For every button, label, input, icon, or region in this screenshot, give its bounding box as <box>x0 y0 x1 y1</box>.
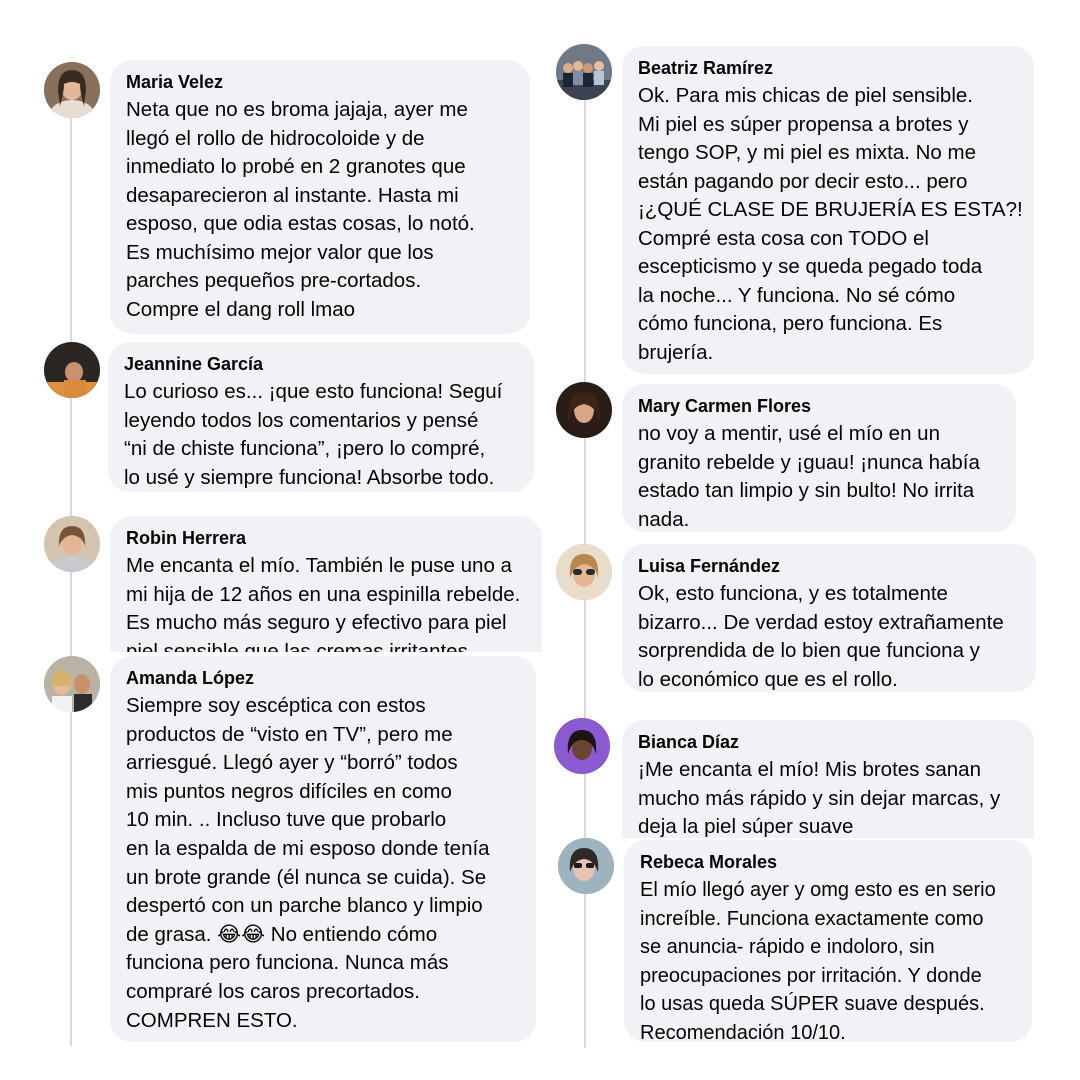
comment-line: no voy a mentir, usé el mío en un <box>638 422 940 445</box>
comment-line: en la espalda de mi esposo donde tenía <box>126 836 490 860</box>
comment-line: cómo funciona, pero funciona. Es <box>638 312 943 335</box>
comment-line: Recomendación 10/10. <box>640 1021 846 1043</box>
comment-line: tengo SOP, y mi piel es mixta. No me <box>638 141 977 164</box>
comment-line: lo económico que es el rollo. <box>638 667 898 691</box>
comment-bubble: Maria Velez Neta que no es broma jajaja,… <box>110 60 530 334</box>
avatar[interactable] <box>44 516 100 572</box>
comment-text: Lo curioso es... ¡que esto funciona! Seg… <box>124 378 518 492</box>
comment-line: bizarro... De verdad estoy extrañamente <box>638 610 1004 634</box>
comment-text: Ok. Para mis chicas de piel sensible. Mi… <box>638 82 1023 367</box>
comment-line: 10 min. .. Incluso tuve que probarlo <box>126 808 447 832</box>
comment-text: Siempre soy escéptica con estos producto… <box>126 692 520 1035</box>
comment-line: despertó con un parche blanco y limpio <box>126 894 483 918</box>
comment-line: productos de “visto en TV”, pero me <box>126 722 453 746</box>
comment-line: piel sensible que las cremas irritantes. <box>126 639 474 653</box>
avatar[interactable] <box>554 718 610 774</box>
comment-bubble: Luisa Fernández Ok, esto funciona, y es … <box>622 544 1036 692</box>
avatar[interactable] <box>44 656 100 712</box>
comment-line: Siempre soy escéptica con estos <box>126 694 426 717</box>
comment-line: Compré esta cosa con TODO el <box>638 226 929 250</box>
commenter-name[interactable]: Bianca Díaz <box>638 730 1018 754</box>
comment-line: Mi piel es súper propensa a brotes y <box>638 112 969 136</box>
comment-line: COMPREN ESTO. <box>126 1008 298 1032</box>
comment-line: un brote grande (él nunca se cuida). Se <box>126 865 487 889</box>
comment-text: ¡Me encanta el mío! Mis brotes sanan muc… <box>638 756 1018 838</box>
avatar[interactable] <box>558 838 614 894</box>
comment-text: Neta que no es broma jajaja, ayer me lle… <box>126 96 514 324</box>
comment-line: están pagando por decir esto... pero <box>638 169 968 193</box>
comment-line: parches pequeños pre-cortados. <box>126 269 422 292</box>
comment-line: la noche... Y funciona. No sé cómo <box>638 283 956 307</box>
comment-line: Me encanta el mío. También le puse uno a <box>126 554 512 577</box>
comment-line: brujería. <box>638 340 714 364</box>
avatar[interactable] <box>556 382 612 438</box>
comment-bubble: Amanda López Siempre soy escéptica con e… <box>110 656 536 1042</box>
commenter-name[interactable]: Amanda López <box>126 666 520 690</box>
commenter-name[interactable]: Beatriz Ramírez <box>638 56 1018 80</box>
comment-line: Lo curioso es... ¡que esto funciona! Seg… <box>124 380 503 403</box>
comment-line: mis puntos negros difíciles en como <box>126 779 452 803</box>
comment-line: desaparecieron al instante. Hasta mi <box>126 183 459 207</box>
comment-bubble: Rebeca Morales El mío llegó ayer y omg e… <box>624 840 1032 1042</box>
comment-line: Es mucho más seguro y efectivo para piel <box>126 611 507 634</box>
comment-line: ¡Me encanta el mío! Mis brotes sanan <box>638 758 981 781</box>
commenter-name[interactable]: Mary Carmen Flores <box>638 394 1000 418</box>
comment-text: El mío llegó ayer y omg esto es en serio… <box>640 876 1016 1042</box>
comment-bubble: Beatriz Ramírez Ok. Para mis chicas de p… <box>622 46 1034 374</box>
comment-line: increíble. Funciona exactamente como <box>640 907 984 930</box>
comment-line: “ni de chiste funciona”, ¡pero lo compré… <box>124 437 486 460</box>
comment-line: llegó el rollo de hidrocoloide y de <box>126 126 425 150</box>
comment-line: compraré los caros precortados. <box>126 979 420 1003</box>
commenter-name[interactable]: Robin Herrera <box>126 526 526 550</box>
comment-line: lo usé y siempre funciona! Absorbe todo. <box>124 465 495 489</box>
comment-line: Es muchísimo mejor valor que los <box>126 240 434 264</box>
comment-line: nada. <box>638 507 690 531</box>
avatar[interactable] <box>556 544 612 600</box>
comment-line: funciona pero funciona. Nunca más <box>126 951 449 975</box>
comment-line: estado tan limpio y sin bulto! No irrita <box>638 479 975 502</box>
comment-line: mi hija de 12 años en una espinilla rebe… <box>126 582 521 606</box>
comment-line: granito rebelde y ¡guau! ¡nunca había <box>638 450 980 474</box>
comment-bubble: Robin Herrera Me encanta el mío. También… <box>110 516 542 652</box>
comment-line: inmediato lo probé en 2 granotes que <box>126 155 466 178</box>
comment-line: ¡¿QUÉ CLASE DE BRUJERÍA ES ESTA?! <box>638 198 1023 221</box>
avatar[interactable] <box>556 44 612 100</box>
comment-line: mucho más rápido y sin dejar marcas, y <box>638 786 1001 810</box>
commenter-name[interactable]: Luisa Fernández <box>638 554 1020 578</box>
comment-line: Ok. Para mis chicas de piel sensible. <box>638 84 973 107</box>
comment-line: arriesgué. Llegó ayer y “borró” todos <box>126 751 458 775</box>
avatar[interactable] <box>44 62 100 118</box>
comment-bubble: Bianca Díaz ¡Me encanta el mío! Mis brot… <box>622 720 1034 838</box>
comment-text: Me encanta el mío. También le puse uno a… <box>126 552 526 652</box>
commenter-name[interactable]: Maria Velez <box>126 70 514 94</box>
comment-bubble: Jeannine García Lo curioso es... ¡que es… <box>108 342 534 492</box>
comment-bubble: Mary Carmen Flores no voy a mentir, usé … <box>622 384 1016 532</box>
commenter-name[interactable]: Jeannine García <box>124 352 518 376</box>
comment-line: se anuncia- rápido e indoloro, sin <box>640 936 935 958</box>
comment-line: escepticismo y se queda pegado toda <box>638 255 983 278</box>
comment-line: El mío llegó ayer y omg esto es en serio <box>640 879 996 901</box>
comment-line: esposo, que odia estas cosas, lo notó. <box>126 212 475 235</box>
thread-line-left <box>70 118 72 1046</box>
comment-text: Ok, esto funciona, y es totalmente bizar… <box>638 580 1020 692</box>
comment-line: leyendo todos los comentarios y pensé <box>124 408 479 432</box>
comment-line: preocupaciones por irritación. Y donde <box>640 964 982 987</box>
commenter-name[interactable]: Rebeca Morales <box>640 850 1016 874</box>
comment-line: Compre el dang roll lmao <box>126 297 356 321</box>
comment-line: de grasa. 😂😂 No entiendo cómo <box>126 922 438 946</box>
comment-line: Ok, esto funciona, y es totalmente <box>638 582 948 605</box>
avatar[interactable] <box>44 342 100 398</box>
comment-line: deja la piel súper suave <box>638 815 854 838</box>
comment-line: Neta que no es broma jajaja, ayer me <box>126 98 468 121</box>
comment-line: sorprendida de lo bien que funciona y <box>638 639 980 662</box>
comment-text: no voy a mentir, usé el mío en un granit… <box>638 420 1000 532</box>
comment-line: lo usas queda SÚPER suave después. <box>640 993 985 1015</box>
